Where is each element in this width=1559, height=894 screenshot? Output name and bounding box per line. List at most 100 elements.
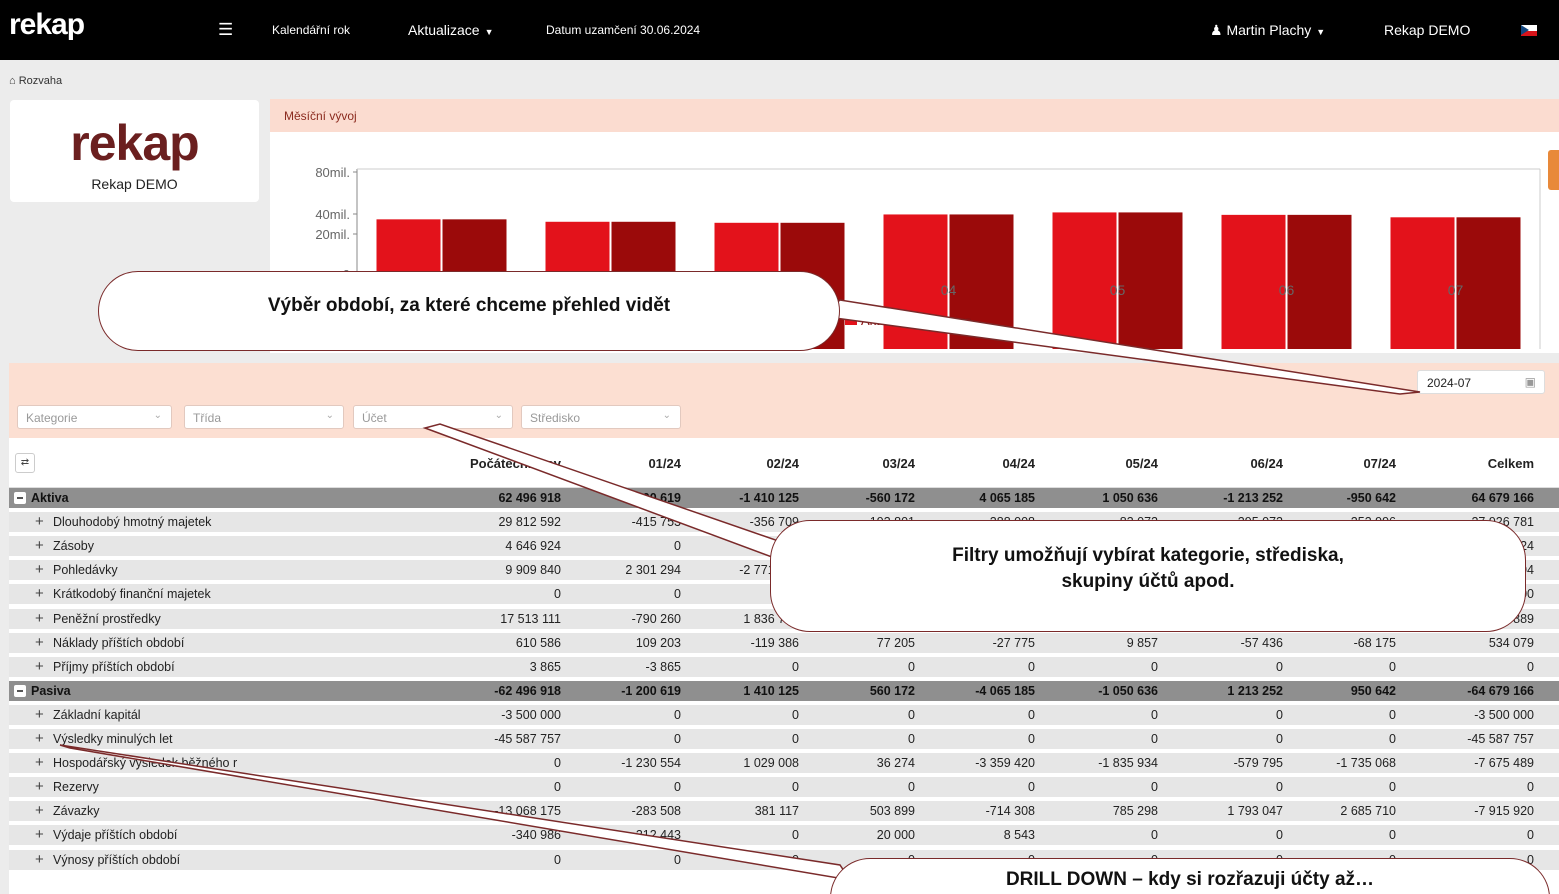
group-row[interactable]: Aktiva 62 496 918 1 200 619 -1 410 125 -560 … [9, 488, 1559, 508]
column-header[interactable]: 04/24 [905, 456, 1035, 471]
table-cell: 0 [792, 659, 799, 674]
table-header: ⇄ Počáteční stav 01/24 02/24 03/24 04/24 05/2… [9, 438, 1559, 488]
table-cell: -45 587 757 [494, 732, 561, 746]
nav-update-dropdown[interactable]: Aktualizace ▼ [408, 22, 494, 38]
bar-aktiva[interactable] [1052, 212, 1117, 349]
column-header[interactable]: 06/24 [1153, 456, 1283, 471]
app-logo[interactable]: rekap [9, 8, 85, 42]
chevron-down-icon: ▼ [484, 27, 494, 37]
table-row[interactable]: + Rezervy 0 0 0 0 0 0 0 0 0 [9, 777, 1559, 798]
expand-icon[interactable]: + [35, 778, 44, 795]
table-cell: 2 301 294 [625, 563, 681, 578]
table-row[interactable]: + Výdaje příštích období -340 986 312 443 0 2… [9, 825, 1559, 846]
bar-pasiva[interactable] [1456, 217, 1521, 349]
group-row[interactable]: Pasiva -62 496 918 -1 200 619 1 410 125 560 … [9, 680, 1559, 701]
x-tick-label: 07 [1448, 282, 1464, 298]
table-cell: 0 [792, 707, 799, 722]
table-cell: 0 [1151, 828, 1158, 843]
table-cell: -415 753 [631, 515, 681, 530]
table-cell: -3 500 000 [501, 707, 561, 722]
bar-pasiva[interactable] [1287, 214, 1352, 349]
table-cell: 0 [554, 587, 561, 602]
table-cell: 1 200 619 [625, 491, 681, 505]
column-header[interactable]: Počáteční stav [431, 456, 561, 471]
table-cell: 9 857 [1126, 635, 1158, 650]
expand-icon[interactable]: + [35, 826, 44, 843]
expand-icon[interactable]: + [35, 706, 44, 723]
bar-aktiva[interactable] [883, 214, 948, 349]
nav-calendar-year[interactable]: Kalendářní rok [272, 23, 350, 37]
czech-flag-icon[interactable] [1521, 25, 1537, 36]
table-cell: 2 685 710 [1340, 804, 1396, 819]
table-cell: 0 [554, 756, 561, 771]
expand-icon[interactable]: + [35, 610, 44, 627]
user-name: Martin Plachy [1226, 22, 1312, 38]
table-cell: 0 [1389, 828, 1396, 843]
row-label: Aktiva [31, 491, 69, 505]
table-row[interactable]: + Závazky -13 068 175 -283 508 381 117 503 89… [9, 801, 1559, 822]
expand-icon[interactable]: + [35, 802, 44, 819]
table-cell: -3 865 [645, 659, 681, 674]
bar-pasiva[interactable] [949, 214, 1014, 349]
balance-table: ⇄ Počáteční stav 01/24 02/24 03/24 04/24 05/2… [9, 438, 1559, 894]
home-icon[interactable]: ⌂ [9, 75, 16, 87]
table-row[interactable]: + Příjmy příštích období 3 865 -3 865 0 0 0 0 0 0… [9, 656, 1559, 677]
table-cell: 0 [1389, 732, 1396, 746]
table-cell: -1 230 554 [621, 756, 681, 771]
filter-center[interactable]: Středisko ⌄ [521, 405, 681, 429]
expand-icon[interactable]: + [35, 851, 44, 868]
expand-toggle-icon[interactable]: ⇄ [15, 453, 35, 473]
table-cell: -7 675 489 [1474, 756, 1534, 771]
bar-aktiva[interactable] [1221, 214, 1286, 349]
menu-icon[interactable]: ☰ [218, 20, 233, 40]
table-row[interactable]: + Náklady příštích období 610 586 109 203 -1… [9, 632, 1559, 653]
table-cell: 64 679 166 [1471, 491, 1534, 505]
row-label: Krátkodobý finanční majetek [53, 587, 211, 602]
table-cell: 109 203 [635, 635, 681, 650]
collapse-icon[interactable] [14, 684, 26, 697]
table-cell: -560 172 [865, 491, 915, 505]
filter-class[interactable]: Třída ⌄ [184, 405, 344, 429]
period-picker[interactable]: 2024-07 ▣ [1417, 370, 1545, 394]
filter-category[interactable]: Kategorie ⌄ [17, 405, 172, 429]
table-cell: -45 587 757 [1467, 732, 1534, 746]
expand-icon[interactable]: + [35, 754, 44, 771]
column-header[interactable]: 03/24 [785, 456, 915, 471]
table-row[interactable]: + Základní kapitál -3 500 000 0 0 0 0 0 0 0 -3 500… [9, 704, 1559, 725]
table-cell: 1 213 252 [1227, 683, 1283, 698]
expand-icon[interactable]: + [35, 561, 44, 578]
collapse-icon[interactable] [14, 492, 26, 504]
expand-icon[interactable]: + [35, 658, 44, 675]
table-cell: 0 [1389, 707, 1396, 722]
table-cell: 0 [1527, 780, 1534, 795]
expand-icon[interactable]: + [35, 730, 44, 747]
table-cell: 20 000 [876, 828, 915, 843]
table-row[interactable]: + Hospodářský výsledek běžného r 0 -1 230 5… [9, 753, 1559, 774]
table-cell: 0 [674, 780, 681, 795]
column-header[interactable]: 01/24 [551, 456, 681, 471]
column-header[interactable]: 02/24 [669, 456, 799, 471]
user-menu[interactable]: ♟ Martin Plachy ▼ [1210, 22, 1325, 39]
table-row[interactable]: + Výsledky minulých let -45 587 757 0 0 0 0 0 0 0… [9, 729, 1559, 749]
expand-icon[interactable]: + [35, 537, 44, 554]
bar-aktiva[interactable] [1390, 217, 1455, 349]
table-cell: -62 496 918 [494, 683, 561, 698]
expand-icon[interactable]: + [35, 634, 44, 651]
table-cell: 1 050 636 [1102, 491, 1158, 505]
chevron-down-icon: ⌄ [662, 410, 671, 421]
column-header[interactable]: 07/24 [1266, 456, 1396, 471]
company-name[interactable]: Rekap DEMO [1384, 22, 1470, 38]
expand-icon[interactable]: + [35, 585, 44, 602]
table-cell: 0 [792, 732, 799, 746]
table-cell: 4 646 924 [505, 539, 561, 554]
breadcrumb-item[interactable]: Rozvaha [19, 75, 62, 87]
table-cell: 0 [554, 852, 561, 867]
table-cell: -1 835 934 [1098, 756, 1158, 771]
expand-icon[interactable]: + [35, 513, 44, 530]
column-header[interactable]: 05/24 [1028, 456, 1158, 471]
side-tab[interactable] [1548, 150, 1559, 190]
filter-account[interactable]: Účet ⌄ [353, 405, 513, 429]
column-header[interactable]: Celkem [1404, 456, 1534, 471]
bar-pasiva[interactable] [1118, 212, 1183, 349]
table-cell: -950 642 [1346, 491, 1396, 505]
